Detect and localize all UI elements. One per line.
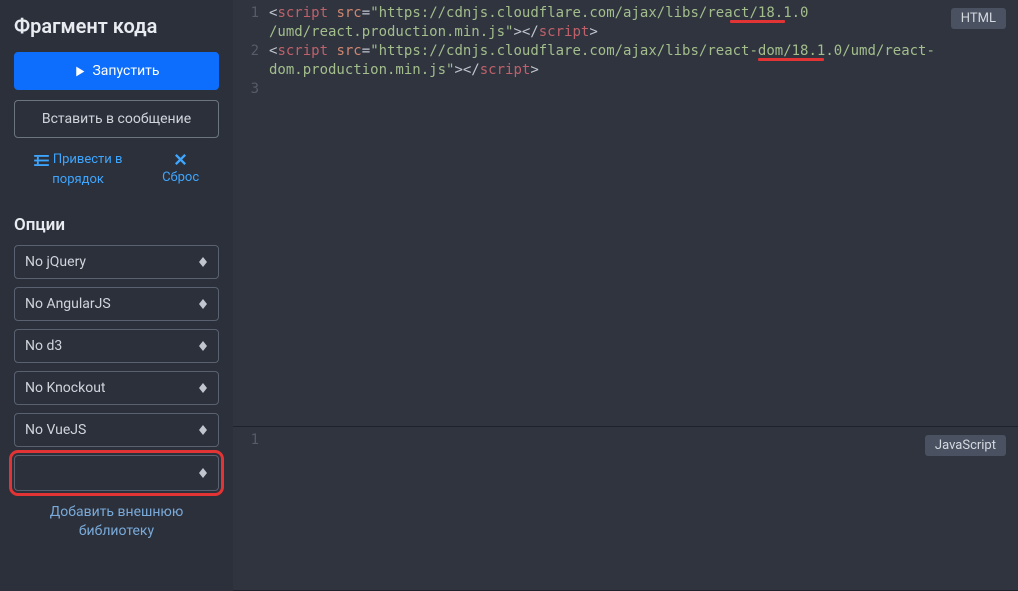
select-empty-input[interactable] (14, 455, 219, 491)
select-jquery: No jQuery (14, 245, 219, 279)
run-button-label: Запустить (92, 63, 159, 79)
code-line: dom.production.min.js"></script> (269, 61, 948, 80)
insert-button[interactable]: Вставить в сообщение (14, 100, 219, 138)
code-line: <script src="https://cdnjs.cloudflare.co… (269, 42, 948, 61)
select-vuejs: No VueJS (14, 413, 219, 447)
select-empty-highlighted (14, 455, 219, 491)
editor-container: HTML 1 2 3 <script src="https://cdnjs.cl… (233, 0, 1018, 591)
tidy-label-line2: порядок (52, 172, 104, 189)
html-gutter: 1 2 3 (233, 4, 269, 99)
js-badge: JavaScript (925, 435, 1006, 456)
line-number (233, 61, 259, 80)
play-icon (73, 65, 86, 78)
html-code-content: <script src="https://cdnjs.cloudflare.co… (269, 4, 1018, 99)
code-line: <script src="https://cdnjs.cloudflare.co… (269, 4, 948, 23)
sidebar-title: Фрагмент кода (14, 14, 219, 38)
tidy-icon (34, 155, 49, 166)
select-knockout-input[interactable]: No Knockout (14, 371, 219, 405)
add-library-label-line2: библиотеку (79, 523, 154, 539)
add-library-label-line1: Добавить внешнюю (50, 504, 184, 520)
line-number: 1 (233, 431, 259, 450)
line-number: 1 (233, 4, 259, 23)
tidy-label-line1: Привести в (53, 152, 123, 169)
sidebar: Фрагмент кода Запустить Вставить в сообщ… (0, 0, 233, 591)
select-d3: No d3 (14, 329, 219, 363)
insert-button-label: Вставить в сообщение (42, 111, 191, 127)
reset-button[interactable]: Сброс (162, 152, 199, 189)
js-code-content (269, 431, 1018, 450)
add-library-link[interactable]: Добавить внешнюю библиотеку (14, 503, 219, 542)
tidy-button[interactable]: Привести в порядок (34, 152, 123, 189)
select-d3-input[interactable]: No d3 (14, 329, 219, 363)
js-gutter: 1 (233, 431, 269, 450)
js-code-area[interactable]: 1 (233, 427, 1018, 450)
options-title: Опции (14, 215, 219, 235)
tool-row: Привести в порядок Сброс (14, 152, 219, 189)
select-angular: No AngularJS (14, 287, 219, 321)
line-number: 3 (233, 80, 259, 99)
select-vuejs-input[interactable]: No VueJS (14, 413, 219, 447)
html-badge: HTML (951, 8, 1006, 29)
line-number (233, 23, 259, 42)
run-button[interactable]: Запустить (14, 52, 219, 90)
reset-label: Сброс (162, 170, 199, 187)
html-editor-pane: HTML 1 2 3 <script src="https://cdnjs.cl… (233, 0, 1018, 427)
select-jquery-input[interactable]: No jQuery (14, 245, 219, 279)
select-angular-input[interactable]: No AngularJS (14, 287, 219, 321)
code-line: /umd/react.production.min.js"></script> (269, 23, 948, 42)
line-number: 2 (233, 42, 259, 61)
js-editor-pane: JavaScript 1 (233, 427, 1018, 591)
close-icon (173, 152, 188, 167)
select-knockout: No Knockout (14, 371, 219, 405)
html-code-area[interactable]: 1 2 3 <script src="https://cdnjs.cloudfl… (233, 0, 1018, 99)
